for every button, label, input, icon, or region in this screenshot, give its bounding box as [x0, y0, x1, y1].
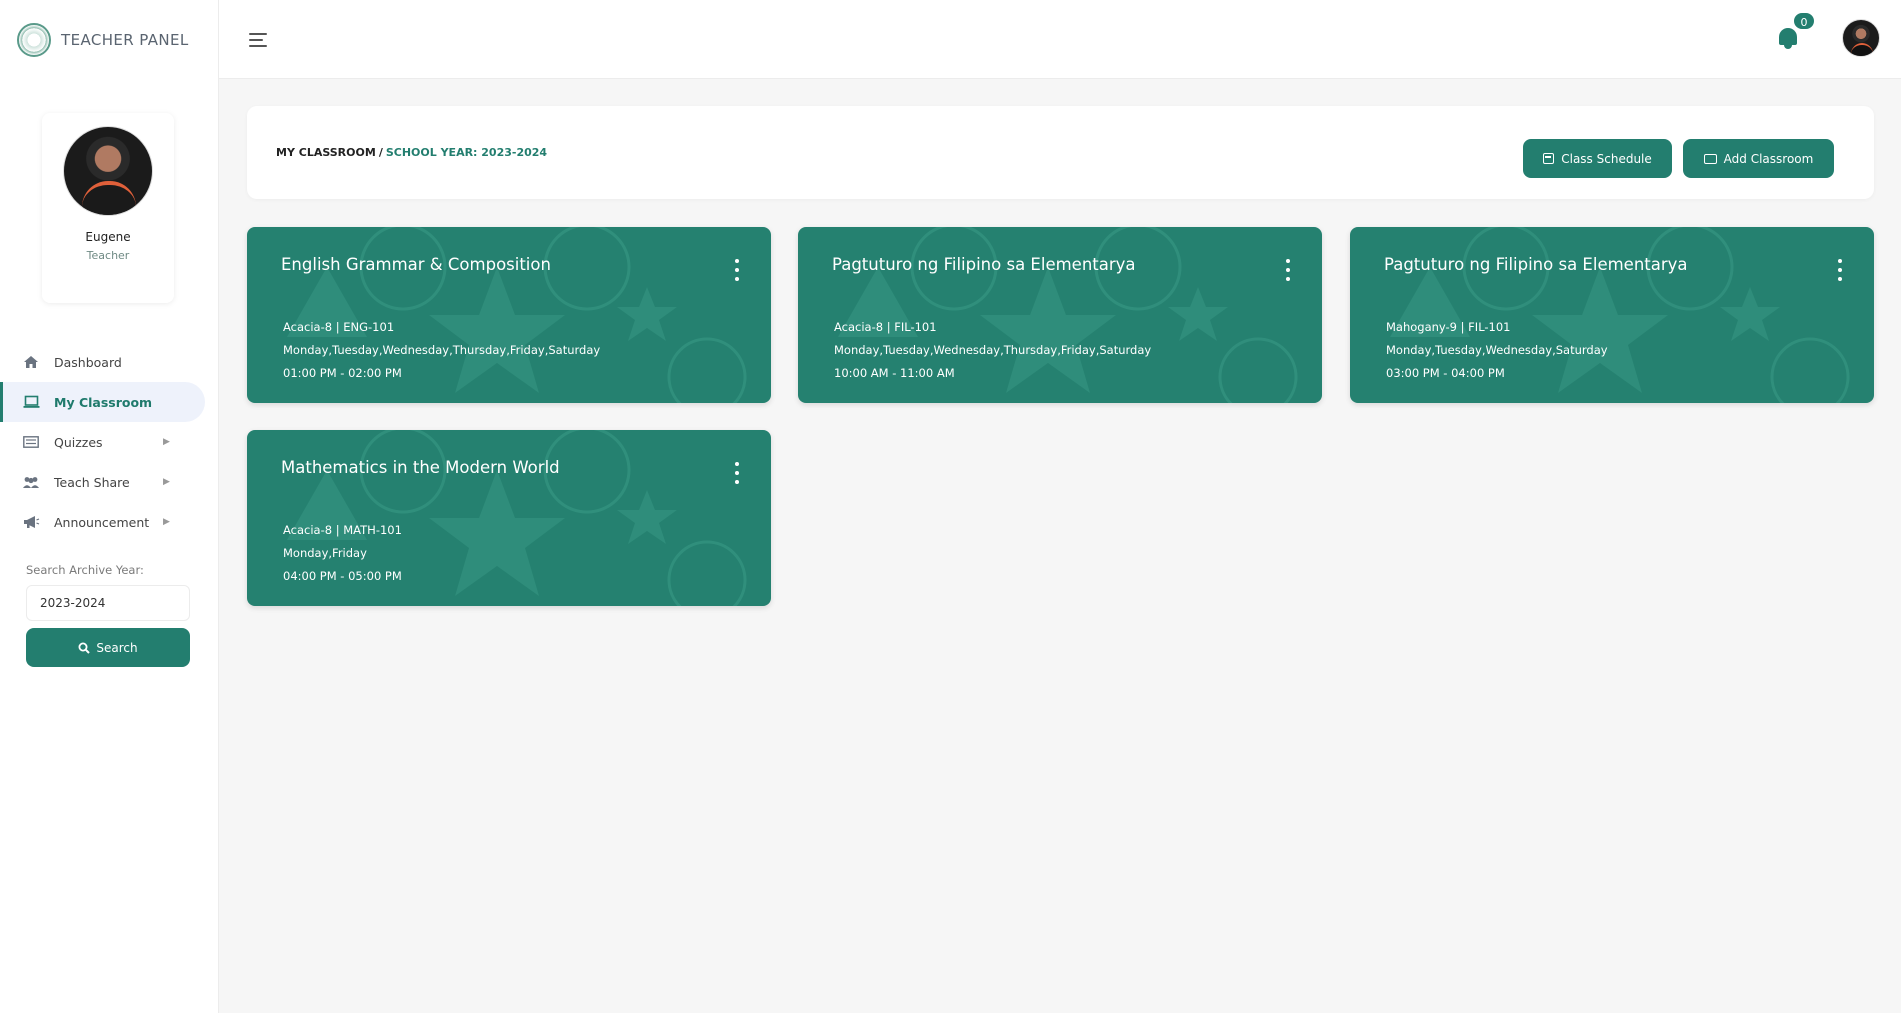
class-title[interactable]: Mathematics in the Modern World [281, 458, 560, 477]
add-classroom-button[interactable]: Add Classroom [1683, 139, 1834, 178]
class-days: Monday,Tuesday,Wednesday,Thursday,Friday… [834, 343, 1152, 357]
breadcrumb-school-year: SCHOOL YEAR: 2023-2024 [385, 146, 548, 159]
search-button[interactable]: Search [26, 628, 190, 667]
more-options-icon[interactable] [733, 259, 741, 281]
list-icon [22, 435, 40, 449]
profile-role: Teacher [86, 249, 130, 262]
user-avatar[interactable] [1842, 19, 1880, 57]
brand[interactable]: TEACHER PANEL [0, 0, 219, 79]
sidebar-nav: Dashboard My Classroom Quizzes ▶ Teach S… [0, 342, 219, 542]
school-logo-icon [17, 22, 51, 57]
sidebar-item-teach-share[interactable]: Teach Share ▶ [0, 462, 219, 502]
chevron-right-icon: ▶ [163, 437, 170, 447]
class-title[interactable]: Pagtuturo ng Filipino sa Elementarya [832, 255, 1136, 274]
class-card[interactable]: Mathematics in the Modern World Acacia-8… [247, 430, 771, 606]
class-days: Monday,Tuesday,Wednesday,Thursday,Friday… [283, 343, 601, 357]
profile-avatar [63, 126, 153, 216]
classroom-header: MY CLASSROOM / SCHOOL YEAR: 2023-2024 Clas… [247, 106, 1874, 199]
more-options-icon[interactable] [733, 462, 741, 484]
class-section-code: Acacia-8 | MATH-101 [283, 523, 402, 537]
people-icon [22, 475, 40, 489]
breadcrumb-my-classroom: MY CLASSROOM [276, 146, 376, 159]
profile-name: Eugene [85, 230, 131, 244]
class-card[interactable]: Pagtuturo ng Filipino sa Elementarya Aca… [798, 227, 1322, 403]
class-card[interactable]: Pagtuturo ng Filipino sa Elementarya Mah… [1350, 227, 1874, 403]
more-options-icon[interactable] [1836, 259, 1844, 281]
bell-icon[interactable] [1777, 26, 1799, 50]
class-days: Monday,Tuesday,Wednesday,Saturday [1386, 343, 1608, 357]
sidebar-item-quizzes[interactable]: Quizzes ▶ [0, 422, 219, 462]
class-card[interactable]: English Grammar & Composition Acacia-8 |… [247, 227, 771, 403]
profile-card: Eugene Teacher [42, 113, 174, 303]
archive-year-input[interactable] [26, 585, 190, 621]
more-options-icon[interactable] [1284, 259, 1292, 281]
megaphone-icon [22, 515, 40, 529]
class-schedule-label: Class Schedule [1561, 151, 1652, 166]
chevron-right-icon: ▶ [163, 477, 170, 487]
sidebar-item-label: Quizzes [54, 434, 103, 450]
class-time: 04:00 PM - 05:00 PM [283, 569, 402, 583]
search-icon [78, 642, 91, 654]
class-title[interactable]: Pagtuturo ng Filipino sa Elementarya [1384, 255, 1688, 274]
archive-year-label: Search Archive Year: [26, 563, 144, 577]
class-section-code: Mahogany-9 | FIL-101 [1386, 320, 1511, 334]
breadcrumb-separator: / [378, 146, 383, 159]
topbar: 0 [219, 0, 1901, 79]
sidebar-item-my-classroom[interactable]: My Classroom [0, 382, 205, 422]
notification-badge: 0 [1792, 11, 1816, 31]
search-button-label: Search [96, 640, 138, 655]
sidebar: TEACHER PANEL Eugene Teacher Dashboard M… [0, 0, 219, 1013]
chevron-right-icon: ▶ [163, 517, 170, 527]
sidebar-item-label: Teach Share [54, 474, 130, 490]
class-time: 03:00 PM - 04:00 PM [1386, 366, 1505, 380]
menu-toggle-icon[interactable] [249, 33, 267, 47]
sidebar-item-label: My Classroom [54, 394, 153, 410]
breadcrumb: MY CLASSROOM / SCHOOL YEAR: 2023-2024 [276, 146, 547, 159]
laptop-icon [1703, 153, 1717, 164]
class-schedule-button[interactable]: Class Schedule [1523, 139, 1672, 178]
brand-title: TEACHER PANEL [61, 30, 189, 49]
class-time: 01:00 PM - 02:00 PM [283, 366, 402, 380]
class-days: Monday,Friday [283, 546, 367, 560]
sidebar-item-label: Dashboard [54, 354, 122, 370]
sidebar-item-label: Announcement [54, 514, 150, 530]
sidebar-item-announcement[interactable]: Announcement ▶ [0, 502, 219, 542]
laptop-icon [22, 395, 40, 409]
calendar-icon [1543, 153, 1555, 164]
add-classroom-label: Add Classroom [1723, 151, 1814, 166]
sidebar-item-dashboard[interactable]: Dashboard [0, 342, 219, 382]
class-section-code: Acacia-8 | ENG-101 [283, 320, 395, 334]
class-time: 10:00 AM - 11:00 AM [834, 366, 955, 380]
class-section-code: Acacia-8 | FIL-101 [834, 320, 937, 334]
home-icon [22, 355, 40, 369]
class-title[interactable]: English Grammar & Composition [281, 255, 551, 274]
